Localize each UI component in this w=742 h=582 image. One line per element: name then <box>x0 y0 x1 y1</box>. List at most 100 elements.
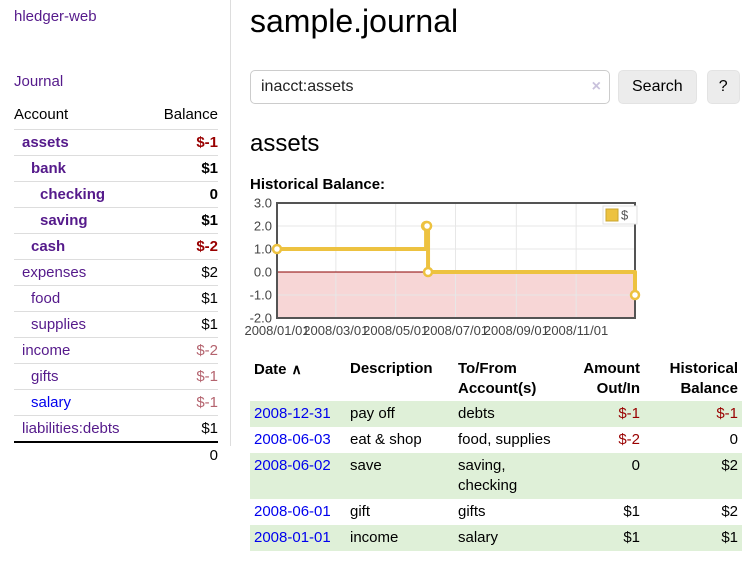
chart-canvas: 3.02.01.00.0-1.0-2.02008/01/012008/03/01… <box>250 199 742 343</box>
data-point-marker <box>273 245 281 253</box>
account-link[interactable]: food <box>31 290 60 307</box>
register-balance-cell: $-1 <box>644 401 742 427</box>
register-accounts-cell: salary <box>454 525 566 551</box>
y-tick-label: 1.0 <box>254 242 272 257</box>
page-title: sample.journal <box>250 2 742 40</box>
register-row: 2008-06-03 eat & shopfood, supplies$-20 <box>250 427 742 453</box>
accounts-total-row: 0 <box>14 442 218 468</box>
register-row: 2008-12-31pay offdebts$-1$-1 <box>250 401 742 427</box>
register-date-cell: 2008-06-03 <box>250 427 346 453</box>
register-header-date[interactable]: Date∧ <box>250 357 346 401</box>
account-heading: assets <box>250 130 742 158</box>
y-tick-label: 2.0 <box>254 219 272 234</box>
sidebar-item-journal[interactable]: Journal <box>14 73 63 90</box>
account-row: food$1 <box>14 286 218 312</box>
account-row: gifts$-1 <box>14 364 218 390</box>
register-header-description: Description <box>346 357 454 401</box>
clear-search-icon[interactable]: × <box>592 77 601 97</box>
account-name-cell: saving <box>14 208 149 234</box>
transaction-date-link[interactable]: 2008-06-02 <box>254 457 331 474</box>
register-accounts-cell: food, supplies <box>454 427 566 453</box>
transaction-date-link[interactable]: 2008-06-01 <box>254 503 331 520</box>
register-row: 2008-06-02savesaving, checking0$2 <box>250 453 742 499</box>
chart-title: Historical Balance: <box>250 176 742 193</box>
y-tick-label: -1.0 <box>250 288 272 303</box>
account-name-cell: salary <box>14 390 149 416</box>
search-form: × Search ? <box>250 70 742 104</box>
account-link[interactable]: liabilities:debts <box>22 420 120 437</box>
search-help-button[interactable]: ? <box>707 70 740 104</box>
register-row: 2008-06-01giftgifts$1$2 <box>250 499 742 525</box>
transaction-date-link[interactable]: 2008-12-31 <box>254 405 331 422</box>
account-row: cash$-2 <box>14 234 218 260</box>
register-accounts-cell: gifts <box>454 499 566 525</box>
data-point-marker <box>631 291 639 299</box>
account-name-cell: liabilities:debts <box>14 416 149 443</box>
account-link[interactable]: expenses <box>22 264 86 281</box>
search-input[interactable] <box>250 70 610 104</box>
account-balance: $-1 <box>149 390 218 416</box>
transaction-date-link[interactable]: 2008-01-01 <box>254 529 331 546</box>
y-tick-label: 3.0 <box>254 196 272 211</box>
account-name-cell: checking <box>14 182 149 208</box>
register-amount-cell: $1 <box>566 499 644 525</box>
data-point-marker <box>423 222 431 230</box>
register-amount-cell: $1 <box>566 525 644 551</box>
register-amount-cell: 0 <box>566 453 644 499</box>
main-content: sample.journal × Search ? assets Histori… <box>250 0 742 551</box>
account-balance: $1 <box>149 312 218 338</box>
account-link[interactable]: gifts <box>31 368 59 385</box>
account-balance: 0 <box>149 182 218 208</box>
account-link[interactable]: income <box>22 342 70 359</box>
account-name-cell: assets <box>14 130 149 156</box>
account-name-cell: expenses <box>14 260 149 286</box>
search-input-wrap: × <box>250 70 610 104</box>
x-tick-label: 2008/03/01 <box>303 323 368 338</box>
account-balance: $-2 <box>149 338 218 364</box>
register-table: Date∧ Description To/From Account(s) Amo… <box>250 357 742 551</box>
register-date-cell: 2008-06-02 <box>250 453 346 499</box>
account-link[interactable]: checking <box>40 186 105 203</box>
y-tick-label: 0.0 <box>254 265 272 280</box>
account-row: bank $1 <box>14 156 218 182</box>
account-row: liabilities:debts $1 <box>14 416 218 443</box>
register-header-balance: Historical Balance <box>644 357 742 401</box>
sidebar: hledger-web Journal Account Balance asse… <box>0 0 231 446</box>
x-tick-label: 2008/01/01 <box>244 323 309 338</box>
account-row: saving$1 <box>14 208 218 234</box>
accounts-header-balance: Balance <box>149 104 218 130</box>
account-name-cell: gifts <box>14 364 149 390</box>
account-link[interactable]: cash <box>31 238 65 255</box>
register-accounts-cell: saving, checking <box>454 453 566 499</box>
transaction-date-link[interactable]: 2008-06-03 <box>254 431 331 448</box>
register-description-cell: pay off <box>346 401 454 427</box>
account-link[interactable]: salary <box>31 394 71 411</box>
account-link[interactable]: assets <box>22 134 69 151</box>
register-date-cell: 2008-12-31 <box>250 401 346 427</box>
register-description-cell: eat & shop <box>346 427 454 453</box>
account-link[interactable]: bank <box>31 160 66 177</box>
register-date-cell: 2008-06-01 <box>250 499 346 525</box>
register-description-cell: income <box>346 525 454 551</box>
account-link[interactable]: supplies <box>31 316 86 333</box>
account-row: supplies $1 <box>14 312 218 338</box>
accounts-header-row: Account Balance <box>14 104 218 130</box>
x-tick-label: 2008/09/01 <box>484 323 549 338</box>
legend-swatch <box>606 209 618 221</box>
register-accounts-cell: debts <box>454 401 566 427</box>
register-amount-cell: $-2 <box>566 427 644 453</box>
register-header-row: Date∧ Description To/From Account(s) Amo… <box>250 357 742 401</box>
register-balance-cell: 0 <box>644 427 742 453</box>
register-balance-cell: $1 <box>644 525 742 551</box>
register-date-cell: 2008-01-01 <box>250 525 346 551</box>
register-description-cell: gift <box>346 499 454 525</box>
account-balance: $1 <box>149 156 218 182</box>
account-name-cell: supplies <box>14 312 149 338</box>
account-row: checking 0 <box>14 182 218 208</box>
search-button[interactable]: Search <box>618 70 697 104</box>
app-title-link[interactable]: hledger-web <box>14 8 97 25</box>
register-balance-cell: $2 <box>644 453 742 499</box>
account-link[interactable]: saving <box>40 212 88 229</box>
register-header-amount: Amount Out/In <box>566 357 644 401</box>
account-balance: $1 <box>149 416 218 443</box>
